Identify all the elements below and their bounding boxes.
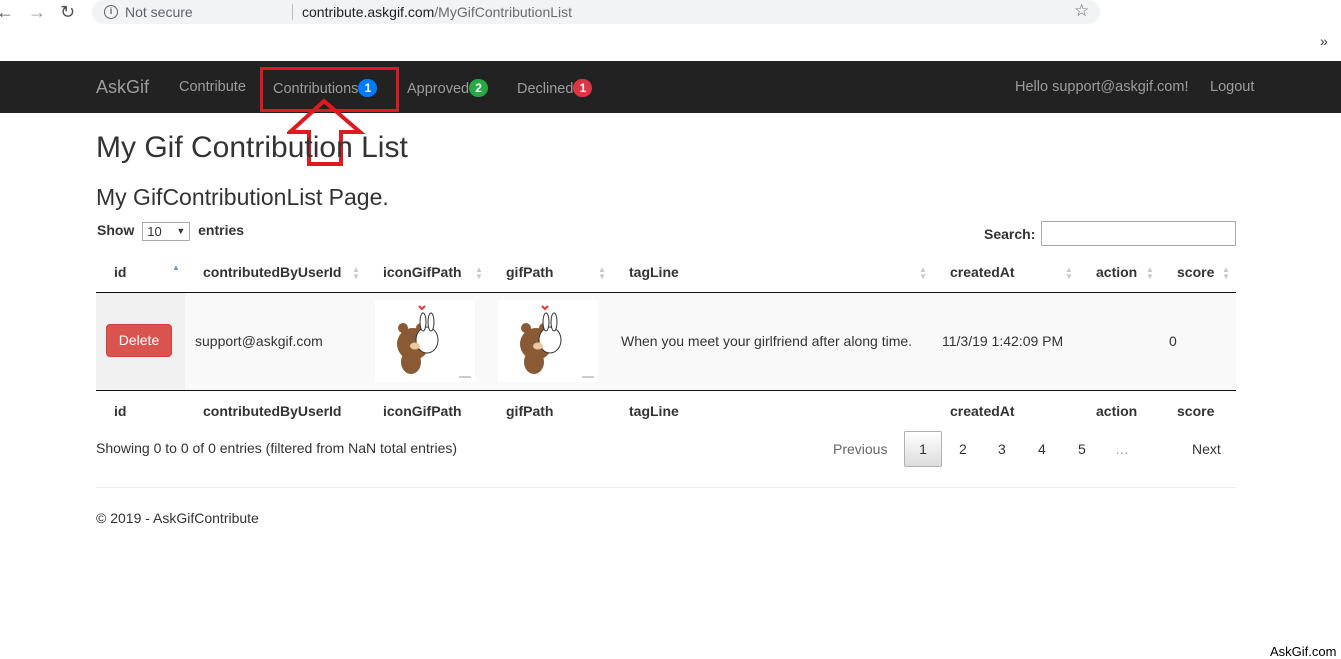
column-footer-score: score xyxy=(1177,403,1215,419)
search-label: Search: xyxy=(984,226,1036,242)
back-arrow-icon[interactable]: ← xyxy=(0,2,14,23)
info-icon[interactable]: i xyxy=(104,5,118,19)
column-footer-id: id xyxy=(114,403,127,419)
column-header-tagline[interactable]: tagLine xyxy=(629,264,679,280)
logout-link[interactable]: Logout xyxy=(1210,79,1254,95)
nav-approved-label: Approved xyxy=(407,81,470,97)
column-footer-action: action xyxy=(1096,403,1138,419)
sort-icon[interactable]: ▲ ▼ xyxy=(919,266,927,281)
entries-label: entries xyxy=(198,222,245,239)
column-header-id[interactable]: id xyxy=(114,264,126,280)
bear-and-bunny-hug-icon xyxy=(520,305,594,378)
column-header-score[interactable]: score xyxy=(1177,264,1214,280)
cell-contributed-by: support@askgif.com xyxy=(195,333,323,349)
column-footer-createdat: createdAt xyxy=(950,403,1015,419)
select-caret-icon: ▼ xyxy=(176,226,186,236)
pagination-page-5[interactable]: 5 xyxy=(1078,441,1086,457)
bear-and-bunny-hug-icon xyxy=(397,305,471,378)
sort-icon[interactable]: ▲ ▼ xyxy=(1065,266,1073,281)
column-header-gifpath[interactable]: gifPath xyxy=(506,264,553,280)
search-input[interactable] xyxy=(1041,221,1236,246)
column-footer-tagline: tagLine xyxy=(629,403,679,419)
reload-icon[interactable]: ↻ xyxy=(60,2,75,23)
nav-contribute[interactable]: Contribute xyxy=(179,79,246,95)
url-host: contribute.askgif.com xyxy=(302,4,435,20)
forward-arrow-icon[interactable]: → xyxy=(28,2,46,23)
entries-length-value: 10 xyxy=(147,224,162,239)
pagination-page-2[interactable]: 2 xyxy=(959,441,967,457)
url-text[interactable]: contribute.askgif.com/MyGifContributionL… xyxy=(302,4,572,20)
icon-gif-thumbnail[interactable] xyxy=(375,300,475,382)
brand-link[interactable]: AskGif xyxy=(96,77,149,98)
table-info: Showing 0 to 0 of 0 entries (filtered fr… xyxy=(96,440,458,456)
entries-length-control: Show 10 ▼ entries xyxy=(97,222,244,241)
pagination-page-1[interactable]: 1 xyxy=(904,431,942,467)
cell-score: 0 xyxy=(1169,333,1177,349)
bookmarks-overflow-icon[interactable]: » xyxy=(1320,33,1328,49)
footer-divider xyxy=(96,487,1236,488)
sort-icon[interactable]: ▲ ▼ xyxy=(1146,266,1154,281)
cell-created-at: 11/3/19 1:42:09 PM xyxy=(942,333,1064,349)
page-subtitle: My GifContributionList Page. xyxy=(96,184,389,210)
delete-button[interactable]: Delete xyxy=(106,324,172,357)
show-label: Show xyxy=(97,222,135,239)
cell-tagline: When you meet your girlfriend after alon… xyxy=(621,333,913,349)
sort-icon[interactable]: ▲ ▼ xyxy=(598,266,606,281)
gif-thumbnail[interactable] xyxy=(498,300,598,382)
table-footer-rule xyxy=(96,390,1236,391)
column-footer-gifpath: gifPath xyxy=(506,403,554,419)
sort-icon[interactable]: ▲ ▼ xyxy=(352,266,360,281)
url-path: /MyGifContributionList xyxy=(434,4,573,20)
column-header-action[interactable]: action xyxy=(1096,264,1137,280)
top-navbar: AskGif Contribute Contributions 1 Approve… xyxy=(0,61,1341,113)
column-header-contributedbyuserid[interactable]: contributedByUserId xyxy=(203,264,341,280)
nav-declined[interactable]: Declined 1 xyxy=(517,79,593,97)
bookmark-star-icon[interactable]: ☆ xyxy=(1074,1,1089,21)
nav-declined-label: Declined xyxy=(517,81,574,97)
address-bar[interactable]: i Not secure contribute.askgif.com/MyGif… xyxy=(92,0,1100,24)
user-greeting[interactable]: Hello support@askgif.com! xyxy=(1015,79,1188,95)
pagination-page-4[interactable]: 4 xyxy=(1038,441,1046,457)
pagination-ellipsis: … xyxy=(1115,441,1129,457)
security-label[interactable]: Not secure xyxy=(125,4,193,20)
approved-count-badge: 2 xyxy=(469,79,489,97)
pagination-previous[interactable]: Previous xyxy=(833,441,887,457)
sort-icon[interactable]: ▲ ▼ xyxy=(1222,266,1230,281)
sort-ascending-icon[interactable]: ▲ xyxy=(172,264,180,272)
column-header-icongifpath[interactable]: iconGifPath xyxy=(383,264,462,280)
page-title: My Gif Contribution List xyxy=(96,131,408,164)
nav-approved[interactable]: Approved 2 xyxy=(407,79,489,97)
address-divider xyxy=(292,4,293,20)
declined-count-badge: 1 xyxy=(573,79,593,97)
watermark: AskGif.com xyxy=(1270,644,1337,659)
column-footer-contributedbyuserid: contributedByUserId xyxy=(203,403,342,419)
pagination-page-3[interactable]: 3 xyxy=(998,441,1006,457)
entries-length-select[interactable]: 10 ▼ xyxy=(142,222,191,241)
browser-chrome: ← → ↻ i Not secure contribute.askgif.com… xyxy=(0,0,1341,61)
sort-icon[interactable]: ▲ ▼ xyxy=(475,266,483,281)
column-footer-icongifpath: iconGifPath xyxy=(383,403,462,419)
footer-copyright: © 2019 - AskGifContribute xyxy=(96,510,259,526)
pagination-next[interactable]: Next xyxy=(1192,441,1221,457)
column-header-createdat[interactable]: createdAt xyxy=(950,264,1015,280)
